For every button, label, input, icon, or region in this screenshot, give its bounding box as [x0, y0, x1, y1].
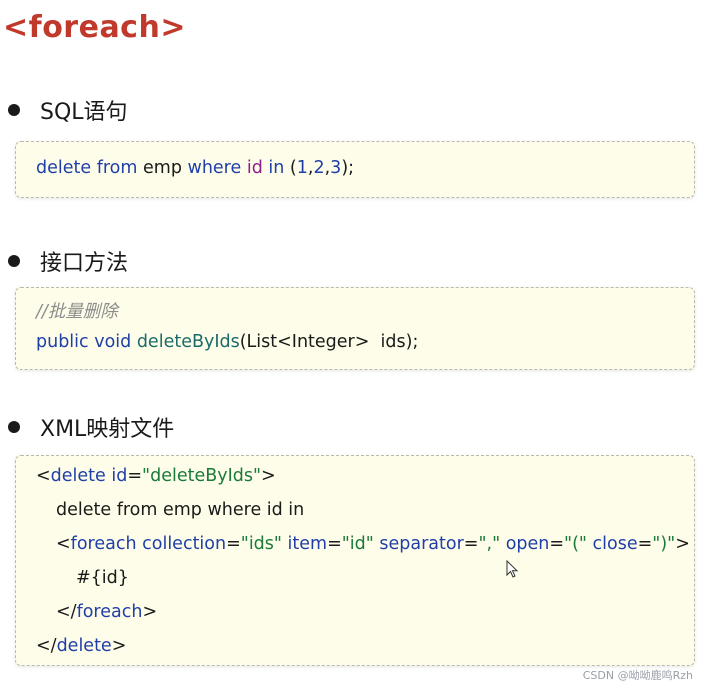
xml-token: foreach — [70, 534, 137, 554]
sql-code-line: delete from emp where id in (1,2,3); — [36, 158, 354, 178]
iface-token: deleteByIds — [136, 332, 240, 352]
xml-token: > — [675, 534, 690, 554]
xml-token: ")" — [652, 534, 676, 554]
xml-token: = — [127, 466, 143, 486]
sql-token: 2 — [313, 158, 325, 178]
section-xml: XML映射文件 — [8, 411, 174, 443]
section-label: 接口方法 — [40, 251, 129, 276]
bullet-icon — [8, 255, 20, 267]
iface-token: (List<Integer> ids); — [239, 332, 419, 352]
interface-code-box: //批量删除 public void deleteByIds(List<Inte… — [15, 287, 695, 370]
xml-token: close — [586, 534, 638, 554]
xml-token: delete — [56, 636, 112, 656]
code-comment: //批量删除 — [36, 302, 118, 322]
xml-token: foreach — [76, 602, 143, 622]
xml-token: "deleteByIds" — [142, 466, 262, 486]
mouse-cursor-icon — [506, 560, 519, 578]
xml-token: = — [637, 534, 653, 554]
xml-token: delete — [50, 466, 106, 486]
xml-token: > — [142, 602, 158, 622]
xml-token: "id" — [341, 534, 374, 554]
xml-line-5: </foreach> — [56, 602, 157, 622]
xml-token: "ids" — [240, 534, 282, 554]
sql-code-box: delete from emp where id in (1,2,3); — [15, 141, 695, 198]
interface-code-line: public void deleteByIds(List<Integer> id… — [36, 332, 418, 352]
iface-token: public void — [36, 332, 137, 352]
sql-token: 1 — [296, 158, 308, 178]
xml-token: item — [281, 534, 328, 554]
xml-token: = — [549, 534, 565, 554]
xml-token: > — [111, 636, 127, 656]
xml-line-4: #{id} — [76, 568, 129, 588]
bullet-icon — [8, 421, 20, 433]
sql-token: ); — [341, 158, 355, 178]
xml-line-3: <foreach collection="ids" item="id" sepa… — [56, 534, 690, 554]
page-title: <foreach> — [3, 10, 186, 45]
xml-token: "(" — [564, 534, 587, 554]
sql-token: in — [262, 158, 290, 178]
xml-token: < — [36, 466, 51, 486]
section-sql: SQL语句 — [8, 94, 128, 126]
xml-token: "," — [478, 534, 501, 554]
sql-token: emp — [137, 158, 188, 178]
sql-token: id — [246, 158, 263, 178]
section-label: XML映射文件 — [40, 417, 175, 442]
sql-token: from — [91, 158, 138, 178]
xml-token: collection — [136, 534, 227, 554]
sql-token: delete — [36, 158, 92, 178]
xml-code-box: <delete id="deleteByIds"> delete from em… — [15, 455, 695, 666]
xml-line-6: </delete> — [36, 636, 126, 656]
xml-token: = — [226, 534, 241, 554]
xml-token: separator — [373, 534, 464, 554]
xml-token: < — [56, 534, 71, 554]
section-label: SQL语句 — [40, 100, 128, 125]
xml-token: </ — [36, 636, 57, 656]
xml-token: </ — [56, 602, 77, 622]
xml-token: = — [463, 534, 479, 554]
sql-token: 3 — [330, 158, 342, 178]
section-interface: 接口方法 — [8, 245, 128, 277]
watermark: CSDN @呦呦鹿鸣Rzh — [582, 669, 693, 682]
sql-token: where — [187, 158, 242, 178]
xml-token: > — [261, 466, 276, 486]
xml-token: = — [327, 534, 342, 554]
bullet-icon — [8, 104, 20, 116]
sql-token: ( — [289, 158, 297, 178]
xml-line-2: delete from emp where id in — [56, 500, 305, 520]
xml-token: open — [500, 534, 550, 554]
xml-token: id — [105, 466, 128, 486]
xml-line-1: <delete id="deleteByIds"> — [36, 466, 276, 486]
